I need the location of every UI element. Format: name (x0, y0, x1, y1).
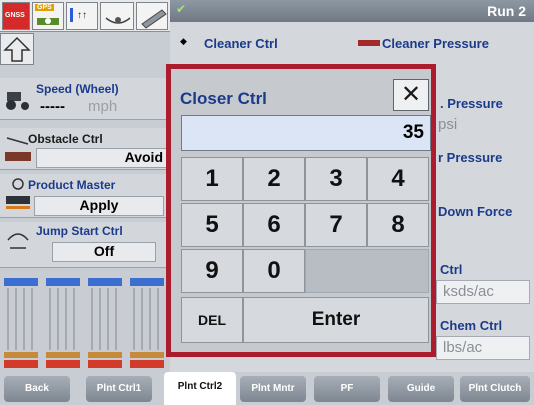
key-3[interactable]: 3 (305, 157, 367, 201)
up-arrow-icon (3, 36, 31, 62)
enter-button[interactable]: Enter (243, 297, 429, 343)
ctrl-label: Ctrl (440, 262, 463, 277)
key-0[interactable]: 0 (243, 249, 305, 293)
tab-guide[interactable]: Guide (388, 376, 454, 402)
dialog-title: Closer Ctrl (180, 89, 267, 108)
top-bar: ✔ Run 2 (170, 0, 534, 22)
product-master-row[interactable]: Product Master Apply (0, 174, 170, 218)
pressure-1-unit: psi (438, 116, 458, 133)
blank-key (305, 249, 429, 293)
tab-plnt-ctrl1[interactable]: Plnt Ctrl1 (86, 376, 152, 402)
pressure-1-label: . Pressure (440, 96, 503, 111)
row-units-strip (0, 270, 170, 372)
obstacle-label: Obstacle Ctrl (28, 132, 103, 146)
tab-plnt-ctrl2[interactable]: Plnt Ctrl2 (164, 372, 236, 405)
tab-back[interactable]: Back (4, 376, 70, 402)
run-label: Run 2 (487, 3, 526, 19)
speed-unit: mph (88, 98, 118, 115)
delete-button[interactable]: DEL (181, 297, 243, 343)
tab-plnt-mntr[interactable]: Plnt Mntr (240, 376, 306, 402)
drill-icon[interactable] (136, 2, 168, 30)
key-5[interactable]: 5 (181, 203, 243, 247)
key-7[interactable]: 7 (305, 203, 367, 247)
down-force-label: Down Force (438, 204, 513, 219)
jump-start-icon (4, 226, 32, 262)
close-icon: ✕ (400, 81, 422, 108)
cleaner-pressure-icon (358, 40, 380, 46)
key-4[interactable]: 4 (367, 157, 429, 201)
svg-text:↑↑: ↑↑ (77, 10, 87, 21)
gps-icon[interactable]: GPS (32, 2, 64, 30)
key-6[interactable]: 6 (243, 203, 305, 247)
key-2[interactable]: 2 (243, 157, 305, 201)
obstacle-row[interactable]: Obstacle Ctrl Avoid (0, 128, 170, 170)
tab-pf[interactable]: PF (314, 376, 380, 402)
row-units-graphic (0, 270, 170, 372)
cleaner-pressure-label: Cleaner Pressure (382, 36, 489, 51)
satellite-icon (37, 18, 59, 25)
key-1[interactable]: 1 (181, 157, 243, 201)
jump-start-label: Jump Start Ctrl (36, 224, 123, 238)
key-9[interactable]: 9 (181, 249, 243, 293)
jump-start-value[interactable]: Off (52, 242, 156, 262)
value-input[interactable]: 35 (181, 115, 431, 151)
cleaner-icon: ◆ (180, 36, 187, 46)
product-master-value[interactable]: Apply (34, 196, 164, 216)
warning-icon[interactable]: GNSS (2, 2, 30, 30)
speed-row[interactable]: Speed (Wheel) ----- mph (0, 78, 170, 120)
gps-badge-label: GPS (35, 4, 54, 11)
left-column: GNSS GPS ↑↑ Speed (Wheel) ----- mph Obst… (0, 0, 170, 372)
tab-plnt-clutch[interactable]: Plnt Clutch (460, 376, 530, 402)
check-icon: ✔ (176, 2, 187, 16)
bottom-nav: Back Plnt Ctrl1 Plnt Ctrl2 Plnt Mntr PF … (0, 372, 534, 405)
chem-ctrl-field[interactable]: lbs/ac (436, 336, 530, 360)
status-strip: GNSS GPS ↑↑ (0, 0, 170, 32)
tractor-icon (4, 86, 32, 118)
close-button[interactable]: ✕ (393, 79, 429, 111)
product-master-label: Product Master (28, 178, 116, 192)
planter-row-icon[interactable] (100, 2, 134, 30)
cleaner-ctrl-label: Cleaner Ctrl (204, 36, 278, 51)
chem-ctrl-unit: lbs/ac (443, 339, 483, 356)
pressure-2-label: r Pressure (438, 150, 503, 165)
dialog-body: Closer Ctrl ✕ 35 1 2 3 4 5 6 7 8 9 0 DEL… (171, 69, 431, 352)
up-arrow-button[interactable] (0, 33, 34, 65)
speed-label: Speed (Wheel) (36, 82, 119, 96)
jump-start-row[interactable]: Jump Start Ctrl Off (0, 222, 170, 268)
speed-value: ----- (40, 98, 65, 115)
ctrl-field[interactable]: ksds/ac (436, 280, 530, 304)
closer-ctrl-dialog: Closer Ctrl ✕ 35 1 2 3 4 5 6 7 8 9 0 DEL… (166, 64, 436, 357)
obstacle-value[interactable]: Avoid (36, 148, 168, 168)
key-8[interactable]: 8 (367, 203, 429, 247)
warning-badge-label: GNSS (5, 12, 25, 19)
implement-icon[interactable]: ↑↑ (66, 2, 98, 30)
chem-ctrl-label: Chem Ctrl (440, 318, 503, 333)
ctrl-unit: ksds/ac (443, 283, 494, 300)
